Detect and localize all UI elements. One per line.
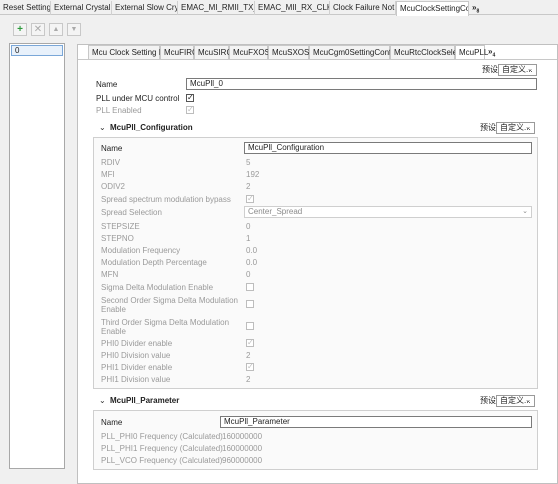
name-label: Name (96, 80, 118, 89)
tab-clock-failure[interactable]: Clock Failure Not... (330, 1, 396, 15)
phi0-divider-enable-checkbox: ✓ (246, 338, 254, 347)
configuration-preset-dropdown[interactable]: 自定义... ⌄ (496, 122, 535, 134)
stepno-value: 1 (246, 234, 251, 243)
phi0-divider-enable-label: PHI0 Divider enable (101, 339, 173, 348)
pll-phi0-frequency-label: PLL_PHI0 Frequency (Calculated) (101, 432, 223, 441)
top-overflow-count: 8 (476, 8, 480, 15)
tab-reset-setting[interactable]: Reset Setting (0, 1, 51, 15)
stepsize-label: STEPSIZE (101, 222, 140, 231)
parameter-preset-dropdown[interactable]: 自定义... ⌄ (496, 395, 535, 407)
spread-selection-dropdown: Center_Spread ⌄ (244, 206, 532, 218)
parameter-section-title[interactable]: McuPll_Parameter (110, 396, 179, 406)
tab-divider (78, 59, 557, 60)
modulation-frequency-label: Modulation Frequency (101, 246, 181, 255)
preset-label: 预设 (482, 65, 498, 74)
modulation-depth-value: 0.0 (246, 258, 258, 267)
chevron-down-icon: ⌄ (527, 66, 533, 73)
sigma-delta-enable-checkbox (246, 283, 254, 291)
third-order-sigma-delta-label-2: Enable (101, 327, 126, 336)
modulation-frequency-value: 0.0 (246, 246, 258, 255)
pll-vco-frequency-label: PLL_VCO Frequency (Calculated) (101, 456, 223, 465)
spread-spectrum-bypass-label: Spread spectrum modulation bypass (101, 195, 231, 204)
odiv2-value: 2 (246, 182, 251, 191)
parameter-name-field[interactable]: McuPll_Parameter (220, 416, 532, 428)
second-order-sigma-delta-label-2: Enable (101, 305, 126, 314)
tab-emac-mii-rx[interactable]: EMAC_MII_RX_CLK E... (255, 1, 330, 15)
list-item[interactable]: 0 (11, 45, 63, 56)
mfi-label: MFI (101, 170, 115, 179)
pll-phi1-frequency-label: PLL_PHI1 Frequency (Calculated) (101, 444, 223, 453)
rdiv-label: RDIV (101, 158, 121, 167)
mfn-label: MFN (101, 270, 119, 279)
tab-mcupll[interactable]: McuPLL (455, 45, 488, 60)
tab-mcusirc[interactable]: McuSIRC (194, 45, 232, 59)
tab-mcufirc[interactable]: McuFIRC (160, 45, 198, 59)
chevron-down-icon: ⌄ (522, 208, 528, 215)
second-order-sigma-delta-checkbox (246, 300, 254, 308)
pll-phi1-frequency-value: 160000000 (222, 444, 263, 453)
close-icon: ✕ (33, 24, 43, 35)
phi1-divider-enable-label: PHI1 Divider enable (101, 363, 173, 372)
chevron-down-icon[interactable]: ⌄ (99, 396, 106, 406)
parameter-name-label: Name (101, 418, 123, 427)
instance-list[interactable]: 0 (9, 43, 65, 469)
stepsize-value: 0 (246, 222, 251, 231)
spread-selection-label: Spread Selection (101, 208, 162, 217)
chevron-down-icon: ⌄ (525, 397, 531, 404)
top-tab-bar: Reset Setting External Crystal ... Exter… (0, 0, 558, 16)
modulation-depth-label: Modulation Depth Percentage (101, 258, 207, 267)
parameter-preset-label: 预设 (480, 396, 496, 405)
phi1-division-value-label: PHI1 Division value (101, 375, 171, 384)
move-up-button[interactable]: ▲ (49, 23, 63, 36)
tab-emac-mi-rmii[interactable]: EMAC_MI_RMII_TX_C... (178, 1, 255, 15)
third-order-sigma-delta-checkbox (246, 322, 254, 330)
tab-mcufxosc[interactable]: McuFXOSC (229, 45, 276, 59)
sigma-delta-enable-label: Sigma Delta Modulation Enable (101, 283, 214, 292)
phi1-division-value: 2 (246, 375, 251, 384)
phi0-division-value-label: PHI0 Division value (101, 351, 171, 360)
tab-mcucgm0-setting-config[interactable]: McuCgm0SettingConfig (309, 45, 397, 59)
tab-mcurtc-clock-select[interactable]: McuRtcClockSelect (390, 45, 463, 59)
configuration-name-label: Name (101, 144, 123, 153)
mfn-value: 0 (246, 270, 251, 279)
plus-icon: + (17, 24, 23, 35)
sub-tab-overflow[interactable]: »4 (485, 45, 499, 59)
tab-external-crystal[interactable]: External Crystal ... (51, 1, 112, 15)
add-button[interactable]: + (13, 23, 27, 36)
pll-phi0-frequency-value: 160000000 (222, 432, 263, 441)
pll-enabled-checkbox: ✓ (186, 105, 194, 114)
pll-under-mcu-checkbox[interactable]: ✓ (186, 94, 194, 102)
phi0-division-value: 2 (246, 351, 251, 360)
chevron-down-icon: ⌄ (525, 124, 531, 131)
odiv2-label: ODIV2 (101, 182, 126, 191)
pll-enabled-label: PLL Enabled (96, 106, 142, 115)
tab-mcusxosc[interactable]: McuSXOSC (268, 45, 315, 59)
tab-external-slow-crystal[interactable]: External Slow Cry... (112, 1, 178, 15)
top-tab-overflow[interactable]: »8 (469, 1, 483, 15)
tab-mcu-clock-setting-id[interactable]: Mcu Clock Setting Id (88, 45, 165, 59)
arrow-down-icon: ▼ (70, 26, 78, 33)
configuration-name-field[interactable]: McuPll_Configuration (244, 142, 532, 154)
pll-under-mcu-label: PLL under MCU control (96, 94, 180, 103)
sub-overflow-count: 4 (492, 52, 496, 59)
spread-selection-value: Center_Spread (248, 207, 303, 216)
tab-mcu-clock-setting[interactable]: McuClockSettingCo... (396, 1, 469, 16)
remove-button[interactable]: ✕ (31, 23, 45, 36)
rdiv-value: 5 (246, 158, 251, 167)
configuration-preset-label: 预设 (480, 123, 496, 132)
name-field[interactable]: McuPll_0 (186, 78, 537, 90)
chevron-down-icon[interactable]: ⌄ (99, 123, 106, 133)
pll-vco-frequency-value: 960000000 (222, 456, 263, 465)
spread-spectrum-bypass-checkbox: ✓ (246, 194, 254, 203)
mfi-value: 192 (246, 170, 260, 179)
arrow-up-icon: ▲ (52, 26, 60, 33)
stepno-label: STEPNO (101, 234, 134, 243)
phi1-divider-enable-checkbox: ✓ (246, 362, 254, 371)
preset-dropdown[interactable]: 自定义... ⌄ (498, 64, 537, 76)
move-down-button[interactable]: ▼ (67, 23, 81, 36)
configuration-section-title[interactable]: McuPll_Configuration (110, 123, 193, 133)
